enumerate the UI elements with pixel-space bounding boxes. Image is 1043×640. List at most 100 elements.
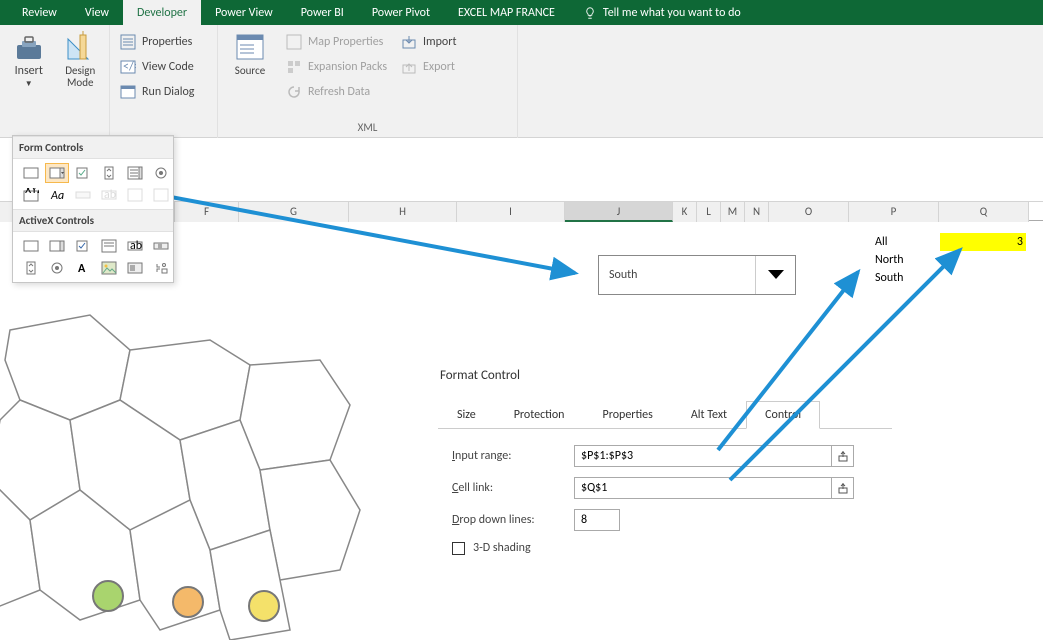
col-G[interactable]: G <box>239 202 349 222</box>
input-range-label: Input range: <box>452 449 562 463</box>
map-illustration <box>0 310 420 640</box>
svg-text:</>: </> <box>123 60 136 74</box>
source-button[interactable]: Source <box>224 29 276 77</box>
form-combobox-control[interactable]: South <box>598 255 796 295</box>
col-N[interactable]: N <box>745 202 769 222</box>
col-L[interactable]: L <box>697 202 721 222</box>
form-textfield-icon[interactable]: ab <box>97 185 121 205</box>
combobox-dropdown-arrow[interactable] <box>755 256 795 294</box>
col-H[interactable]: H <box>349 202 457 222</box>
dialog-tab-properties[interactable]: Properties <box>584 401 672 429</box>
form-combo-dropdown-icon[interactable] <box>149 185 173 205</box>
ax-togglebutton-icon[interactable] <box>123 258 147 278</box>
map-marker-green <box>92 580 124 612</box>
svg-text:Aa: Aa <box>50 189 64 202</box>
import-button[interactable]: Import <box>397 31 460 53</box>
map-properties-button[interactable]: Map Properties <box>282 31 391 53</box>
drop-down-lines-field[interactable] <box>574 509 620 531</box>
ax-checkbox-icon[interactable] <box>71 236 95 256</box>
lightbulb-icon <box>583 6 597 20</box>
expansion-packs-button[interactable]: Expansion Packs <box>282 56 391 78</box>
ax-textbox-icon[interactable]: ab <box>123 236 147 256</box>
input-range-ref-button[interactable] <box>832 445 854 467</box>
dialog-tab-alttext[interactable]: Alt Text <box>672 401 746 429</box>
xml-source-icon <box>234 31 266 63</box>
ax-label-icon[interactable]: A <box>71 258 95 278</box>
insert-controls-dropdown: Form Controls XYZ Aa ab ActiveX Controls… <box>12 135 174 283</box>
form-scrollbar-icon[interactable] <box>71 185 95 205</box>
form-checkbox-icon[interactable] <box>71 163 95 183</box>
tab-developer[interactable]: Developer <box>123 0 201 25</box>
ax-scrollbar-icon[interactable] <box>149 236 173 256</box>
col-P[interactable]: P <box>849 202 939 222</box>
ax-morecontrols-icon[interactable] <box>149 258 173 278</box>
tell-me[interactable]: Tell me what you want to do <box>569 6 755 20</box>
cell-P2[interactable]: North <box>872 251 958 269</box>
checkbox-icon <box>452 542 465 555</box>
code-icon: </> <box>120 59 136 75</box>
tab-review[interactable]: Review <box>8 0 71 25</box>
tab-mapfrance[interactable]: EXCEL MAP FRANCE <box>444 0 569 25</box>
form-optionbutton-icon[interactable] <box>149 163 173 183</box>
ax-combobox-icon[interactable] <box>45 236 69 256</box>
form-combobox-icon[interactable] <box>45 163 69 183</box>
shading-checkbox[interactable]: 3-D shading <box>452 541 878 555</box>
tab-view[interactable]: View <box>71 0 123 25</box>
tab-powerbi[interactable]: Power BI <box>287 0 358 25</box>
ax-listbox-icon[interactable] <box>97 236 121 256</box>
cell-link-ref-button[interactable] <box>832 477 854 499</box>
form-groupbox-icon[interactable]: XYZ <box>19 185 43 205</box>
tab-powerpivot[interactable]: Power Pivot <box>358 0 444 25</box>
form-combo-list-icon[interactable] <box>123 185 147 205</box>
ax-spinbutton-icon[interactable] <box>19 258 43 278</box>
properties-button[interactable]: Properties <box>116 31 211 53</box>
chevron-down-icon <box>767 269 785 281</box>
col-Q[interactable]: Q <box>939 202 1029 222</box>
col-I[interactable]: I <box>457 202 565 222</box>
cell-P3[interactable]: South <box>872 269 958 287</box>
dialog-tab-size[interactable]: Size <box>438 401 495 429</box>
export-button[interactable]: Export <box>397 56 460 78</box>
cell-link-field[interactable] <box>574 477 832 499</box>
expansion-icon <box>286 59 302 75</box>
activex-controls-header: ActiveX Controls <box>13 209 173 232</box>
col-F[interactable]: F <box>175 202 239 222</box>
dialog-icon <box>120 84 136 100</box>
form-listbox-icon[interactable] <box>123 163 147 183</box>
insert-button[interactable]: Insert▼ <box>6 29 52 90</box>
ax-optionbutton-icon[interactable] <box>45 258 69 278</box>
col-K[interactable]: K <box>673 202 697 222</box>
group-label-xml: XML <box>224 119 511 136</box>
form-button-icon[interactable] <box>19 163 43 183</box>
toolbox-icon <box>13 31 45 63</box>
form-spinbutton-icon[interactable] <box>97 163 121 183</box>
import-icon <box>401 34 417 50</box>
form-controls-header: Form Controls <box>13 136 173 159</box>
tab-powerview[interactable]: Power View <box>201 0 287 25</box>
map-marker-yellow <box>248 590 280 622</box>
input-range-field[interactable] <box>574 445 832 467</box>
svg-text:A: A <box>78 262 86 275</box>
map-properties-icon <box>286 34 302 50</box>
ax-commandbutton-icon[interactable] <box>19 236 43 256</box>
col-O[interactable]: O <box>769 202 849 222</box>
refresh-data-button[interactable]: Refresh Data <box>282 81 391 103</box>
svg-text:XYZ: XYZ <box>25 188 39 197</box>
col-M[interactable]: M <box>721 202 745 222</box>
design-mode-button[interactable]: Design Mode <box>58 29 104 89</box>
drop-down-lines-label: Drop down lines: <box>452 513 562 527</box>
map-marker-orange <box>172 586 204 618</box>
run-dialog-button[interactable]: Run Dialog <box>116 81 211 103</box>
col-J[interactable]: J <box>565 202 673 222</box>
cell-link-label: Cell link: <box>452 481 562 495</box>
ruler-triangle-icon <box>64 31 96 63</box>
range-selector-icon <box>837 482 849 494</box>
ax-image-icon[interactable] <box>97 258 121 278</box>
view-code-button[interactable]: </> View Code <box>116 56 211 78</box>
tell-me-label: Tell me what you want to do <box>603 6 741 20</box>
dialog-tab-protection[interactable]: Protection <box>495 401 584 429</box>
form-label-icon[interactable]: Aa <box>45 185 69 205</box>
cell-Q1[interactable]: 3 <box>940 233 1026 251</box>
export-icon <box>401 59 417 75</box>
dialog-tab-control[interactable]: Control <box>746 401 820 429</box>
